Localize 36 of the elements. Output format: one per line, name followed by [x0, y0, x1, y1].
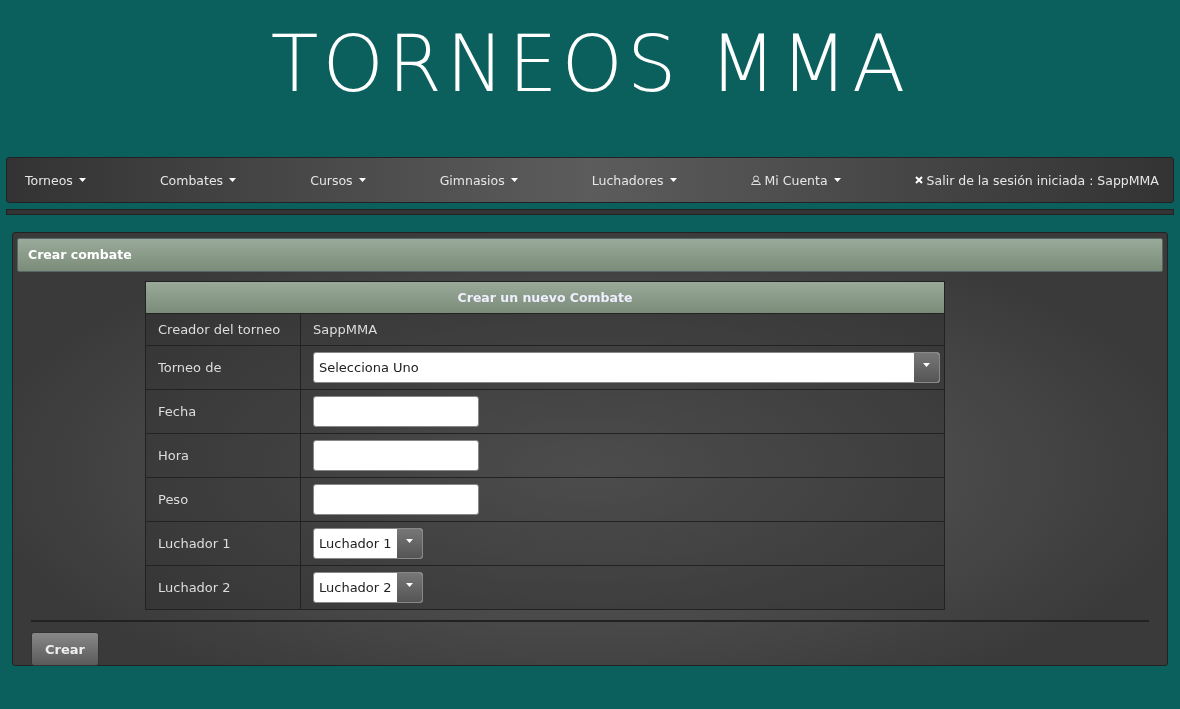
table-cell: Torneo de [146, 346, 301, 389]
select-field[interactable]: Luchador 1 [313, 528, 423, 559]
select-field[interactable]: Luchador 2 [313, 572, 423, 603]
nav-menu-item[interactable]: Cursos [310, 172, 366, 188]
caret-icon [229, 178, 237, 182]
nav-menu-item[interactable]: Mi Cuenta [750, 172, 841, 188]
caret-icon [405, 539, 413, 543]
panel-header: Crear combate [17, 238, 1163, 272]
form-header: Crear un nuevo Combate [146, 282, 944, 313]
caret-icon [669, 178, 677, 182]
select-field[interactable]: Selecciona Uno [313, 352, 940, 383]
site-title: TORNEOS MMA [270, 18, 910, 109]
caret-icon [358, 178, 366, 182]
table-cell: SappMMA [313, 322, 378, 337]
table-cell: Creador del torneo [146, 314, 301, 345]
caret-icon [405, 583, 413, 587]
input-field[interactable] [313, 396, 479, 427]
create-button[interactable]: Crear [31, 632, 99, 666]
table-cell: Luchador 1 [146, 522, 301, 565]
table-cell: Hora [146, 434, 301, 477]
input-field[interactable] [313, 484, 479, 515]
caret-icon [78, 178, 86, 182]
close-icon [914, 176, 923, 184]
user-icon [750, 175, 761, 185]
caret-icon [923, 363, 930, 367]
table-cell: Fecha [146, 390, 301, 433]
nav-menu-item[interactable]: Luchadores [591, 172, 677, 188]
nav-menu-item[interactable]: Gimnasios [439, 172, 518, 188]
nav-menu-item[interactable]: Salir de la sesión iniciada : SappMMA [914, 172, 1159, 188]
nav-menu-item[interactable]: Torneos [25, 172, 86, 188]
table-cell: Luchador 2 [146, 566, 301, 609]
input-field[interactable] [313, 440, 479, 471]
table-cell: Peso [146, 478, 301, 521]
caret-icon [510, 178, 518, 182]
caret-icon [833, 178, 841, 182]
nav-menu-item[interactable]: Combates [159, 172, 237, 188]
